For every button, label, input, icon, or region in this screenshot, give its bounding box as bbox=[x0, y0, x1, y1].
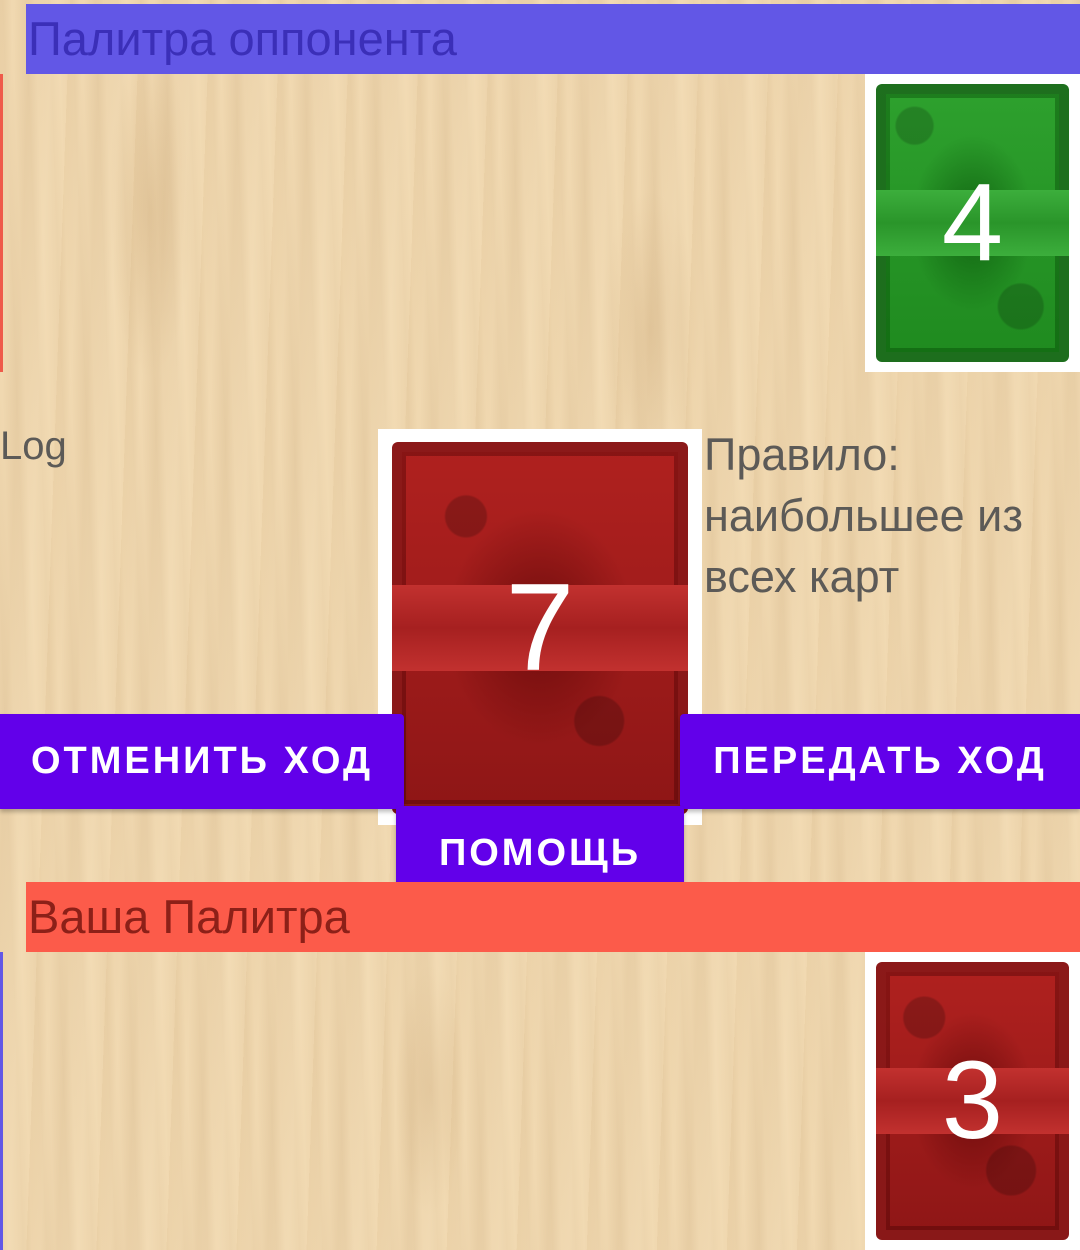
card-face-green: 4 bbox=[876, 84, 1069, 362]
canvas-card-value: 7 bbox=[505, 559, 575, 697]
card-face-red: 7 bbox=[392, 442, 688, 814]
your-card-value: 3 bbox=[941, 1039, 1004, 1162]
your-palette-title: Ваша Палитра bbox=[28, 890, 350, 943]
pass-turn-button[interactable]: ПЕРЕДАТЬ ХОД bbox=[680, 714, 1080, 809]
your-palette-header: Ваша Палитра bbox=[26, 882, 1080, 952]
undo-move-button[interactable]: ОТМЕНИТЬ ХОД bbox=[0, 714, 404, 809]
your-palette-card[interactable]: 3 bbox=[865, 952, 1080, 1250]
canvas-card[interactable]: 7 bbox=[378, 429, 702, 825]
opponent-palette-indicator bbox=[0, 74, 3, 372]
opponent-palette-header: Палитра оппонента bbox=[26, 4, 1080, 74]
opponent-palette-card[interactable]: 4 bbox=[865, 74, 1080, 372]
rule-text: Правило: наибольшее из всех карт bbox=[704, 429, 1023, 602]
card-face-red: 3 bbox=[876, 962, 1069, 1240]
opponent-palette-title: Палитра оппонента bbox=[28, 12, 457, 65]
opponent-card-value: 4 bbox=[941, 161, 1004, 284]
your-palette-indicator bbox=[0, 952, 3, 1250]
log-label: Log bbox=[0, 424, 67, 468]
